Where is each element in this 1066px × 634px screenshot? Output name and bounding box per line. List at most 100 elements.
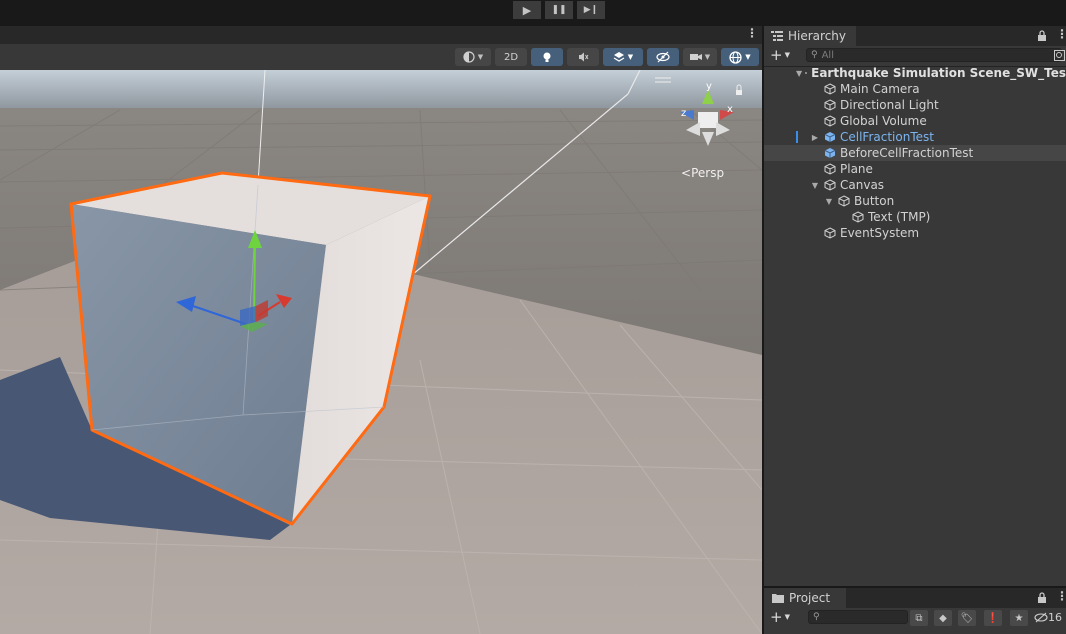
log-types-button[interactable]: ❗ xyxy=(984,610,1002,626)
gizmo-z-label: z xyxy=(681,108,686,119)
toggle-2d-button[interactable]: 2D xyxy=(495,48,527,66)
hierarchy-lock-icon[interactable] xyxy=(1037,30,1047,41)
shading-icon xyxy=(463,51,475,63)
pause-icon: ❚❚ xyxy=(551,5,567,15)
tag-icon: 🏷 xyxy=(960,612,974,624)
project-toolbar: + ▼ ⚲ ⧉ ◆ 🏷 ❗ ★ 16 xyxy=(764,608,1066,628)
hierarchy-item-label: BeforeCellFractionTest xyxy=(840,146,974,160)
gameobject-cube-icon xyxy=(824,115,836,127)
tab-hierarchy[interactable]: Hierarchy xyxy=(764,26,856,46)
project-search-input[interactable]: ⚲ xyxy=(808,610,908,624)
warning-icon: ❗ xyxy=(986,612,1000,624)
label-filter-button[interactable]: 🏷 xyxy=(958,610,976,626)
hidden-count: 16 xyxy=(1048,611,1062,624)
hierarchy-item-beforecellfractiontest[interactable]: BeforeCellFractionTest xyxy=(764,145,1066,161)
gizmo-lock-icon[interactable] xyxy=(736,90,742,95)
hidden-eye-icon xyxy=(1034,612,1048,623)
scene-visibility-toggle[interactable] xyxy=(647,48,679,66)
camera-icon xyxy=(689,54,702,60)
gameobject-cube-icon xyxy=(838,195,850,207)
hierarchy-item-global-volume[interactable]: Global Volume xyxy=(764,113,1066,129)
hierarchy-item-directional-light[interactable]: Directional Light xyxy=(764,97,1066,113)
star-icon: ★ xyxy=(1014,612,1024,624)
scene-tab-bar: ⋮ xyxy=(0,26,762,44)
search-icon: ⚲ xyxy=(813,612,820,622)
effects-dropdown[interactable]: ▼ xyxy=(603,48,643,66)
folder-icon xyxy=(772,594,784,603)
gameobject-cube-icon xyxy=(824,179,836,191)
filter-by-type-icon: ⧉ xyxy=(915,612,923,624)
step-button[interactable]: ▶❙ xyxy=(577,1,605,19)
expand-arrow-icon[interactable]: ▼ xyxy=(796,69,802,78)
collapsed-arrow-icon[interactable]: ▶ xyxy=(810,133,820,142)
hierarchy-item-cellfractiontest[interactable]: ▶ CellFractionTest xyxy=(764,129,1066,145)
hierarchy-item-eventsystem[interactable]: EventSystem xyxy=(764,225,1066,241)
hierarchy-item-label: Canvas xyxy=(840,178,885,192)
visibility-eye-icon xyxy=(656,51,670,63)
search-icon: ⚲ xyxy=(811,50,818,60)
audio-toggle[interactable] xyxy=(567,48,599,66)
hierarchy-search-input[interactable]: ⚲ All xyxy=(806,48,1062,62)
play-button[interactable]: ▶ xyxy=(513,1,541,19)
project-more-menu-icon[interactable]: ⋮ xyxy=(1056,589,1066,603)
hierarchy-more-menu-icon[interactable]: ⋮ xyxy=(1056,27,1066,41)
search-by-type-button[interactable]: ⧉ xyxy=(910,610,928,626)
scene-viewport[interactable]: y x z <Persp xyxy=(0,70,762,634)
gizmo-globe-icon xyxy=(729,50,742,64)
project-add-button[interactable]: + ▼ xyxy=(770,608,790,626)
gizmos-dropdown[interactable]: ▼ xyxy=(721,48,759,66)
camera-settings-dropdown[interactable]: ▼ xyxy=(683,48,717,66)
hierarchy-item-label: Main Camera xyxy=(840,82,920,96)
scene-toolbar: ▼ 2D ▼ ▼ ▼ xyxy=(0,44,762,70)
top-toolbar: ▶ ❚❚ ▶❙ xyxy=(0,0,1066,24)
scene-render[interactable]: y x z xyxy=(0,70,762,634)
add-dropdown-icon: ▼ xyxy=(784,613,790,621)
hierarchy-item-label: Global Volume xyxy=(840,114,927,128)
search-options-icon[interactable] xyxy=(1054,50,1065,61)
hierarchy-list-icon xyxy=(771,31,783,41)
hierarchy-item-canvas[interactable]: ▼ Canvas xyxy=(764,177,1066,193)
prefab-cube-icon xyxy=(824,132,836,142)
project-tab-row: Project ⋮ xyxy=(764,588,1066,608)
gameobject-cube-icon xyxy=(852,211,864,223)
hierarchy-item-label: Directional Light xyxy=(840,98,939,112)
hierarchy-item-text-tmp[interactable]: Text (TMP) xyxy=(764,209,1066,225)
hierarchy-search-row: + ▼ ⚲ All xyxy=(764,46,1066,67)
gameobject-cube-icon xyxy=(824,99,836,111)
hierarchy-item-label: Text (TMP) xyxy=(868,210,931,224)
add-dropdown-icon: ▼ xyxy=(784,51,790,59)
sky xyxy=(0,70,762,110)
hierarchy-item-label: Button xyxy=(854,194,895,208)
hidden-packages-toggle[interactable]: 16 xyxy=(1034,611,1062,624)
hierarchy-add-button[interactable]: + ▼ xyxy=(770,46,790,64)
shapes-icon: ◆ xyxy=(939,612,947,624)
hierarchy-search-placeholder: All xyxy=(821,49,834,61)
hierarchy-item-plane[interactable]: Plane xyxy=(764,161,1066,177)
pause-button[interactable]: ❚❚ xyxy=(545,1,573,19)
hierarchy-tab-label: Hierarchy xyxy=(788,29,847,43)
scene-name: Earthquake Simulation Scene_SW_Tes xyxy=(811,66,1066,80)
gizmo-x-label: x xyxy=(727,104,733,115)
expand-arrow-icon[interactable]: ▼ xyxy=(824,197,834,206)
hierarchy-item-label: Plane xyxy=(840,162,873,176)
project-lock-icon[interactable] xyxy=(1037,592,1047,603)
unity-scene-icon xyxy=(805,72,808,74)
project-panel: Project ⋮ + ▼ ⚲ ⧉ ◆ 🏷 ❗ ★ 16 xyxy=(764,588,1066,634)
gameobject-cube-icon xyxy=(824,83,836,95)
hierarchy-item-button[interactable]: ▼ Button xyxy=(764,193,1066,209)
prefab-cube-icon xyxy=(824,148,836,158)
lightbulb-icon xyxy=(543,52,551,62)
scene-more-menu-icon[interactable]: ⋮ xyxy=(746,26,758,40)
search-by-label-button[interactable]: ◆ xyxy=(934,610,952,626)
hierarchy-tab-row: Hierarchy ⋮ xyxy=(764,26,1066,46)
hierarchy-item-label: CellFractionTest xyxy=(840,130,934,144)
hierarchy-item-main-camera[interactable]: Main Camera xyxy=(764,81,1066,97)
expand-arrow-icon[interactable]: ▼ xyxy=(810,181,820,190)
lighting-toggle[interactable] xyxy=(531,48,563,66)
favorites-button[interactable]: ★ xyxy=(1010,610,1028,626)
tab-project[interactable]: Project xyxy=(764,588,846,608)
draw-mode-dropdown[interactable]: ▼ xyxy=(455,48,491,66)
scene-root-row[interactable]: ▼ Earthquake Simulation Scene_SW_Tes xyxy=(764,65,1066,81)
gizmo-y-label: y xyxy=(706,81,712,92)
view-mode-label[interactable]: <Persp xyxy=(681,166,724,180)
